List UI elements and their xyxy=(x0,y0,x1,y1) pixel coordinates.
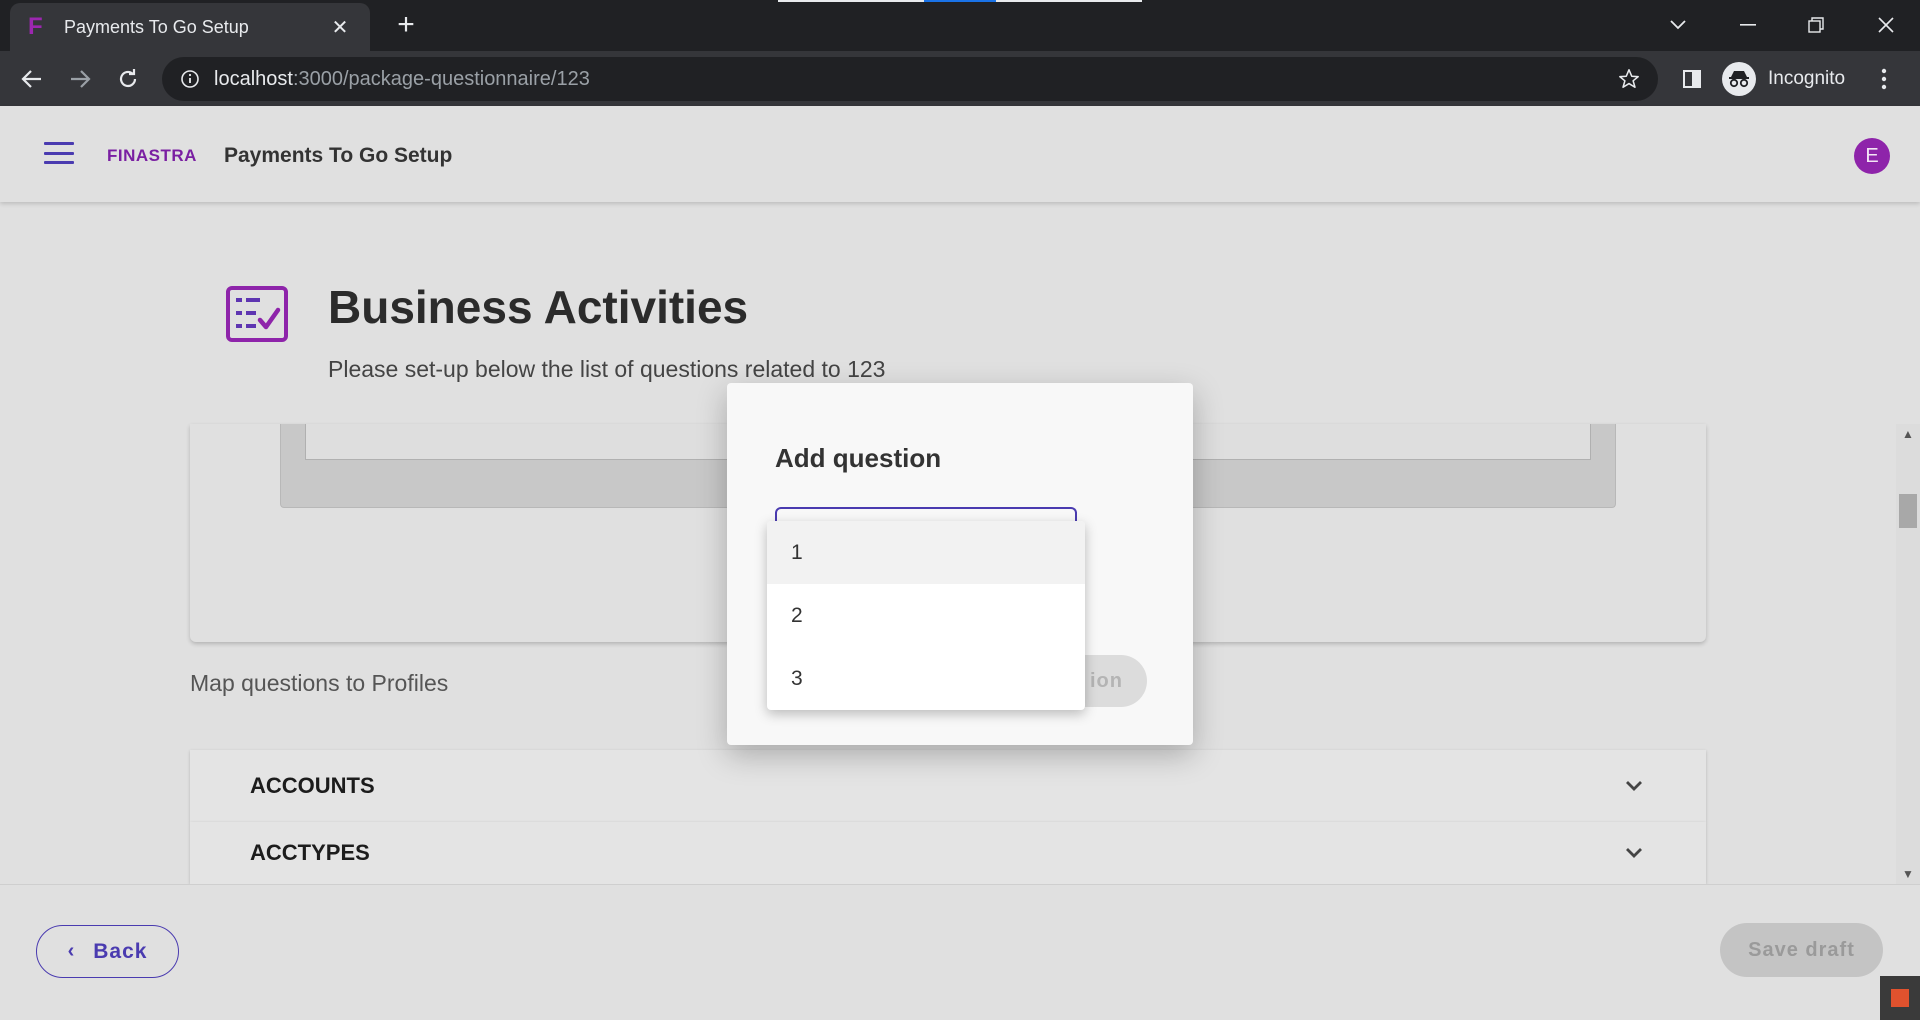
back-button[interactable]: ‹ Back xyxy=(36,925,179,978)
browser-tab[interactable]: F Payments To Go Setup ✕ xyxy=(10,3,370,51)
restore-icon[interactable] xyxy=(1796,8,1836,42)
dropdown-option[interactable]: 2 xyxy=(767,584,1085,647)
dropdown-option[interactable]: 3 xyxy=(767,647,1085,710)
map-questions-label: Map questions to Profiles xyxy=(190,670,449,696)
browser-toolbar: localhost:3000/package-questionnaire/123… xyxy=(0,51,1920,106)
bookmark-star-icon[interactable] xyxy=(1618,68,1640,90)
footer-bar: ‹ Back Save draft xyxy=(0,884,1920,1020)
app-header: FINASTRA Payments To Go Setup E xyxy=(0,106,1920,202)
extension-icon[interactable] xyxy=(1880,976,1920,1020)
chevron-down-icon[interactable] xyxy=(1622,774,1646,798)
save-draft-button[interactable]: Save draft xyxy=(1720,923,1883,977)
dialog-title: Add question xyxy=(775,443,942,473)
reload-icon[interactable] xyxy=(110,61,146,97)
page-title: Business Activities xyxy=(328,281,749,333)
forward-arrow-icon[interactable] xyxy=(62,61,98,97)
back-button-label: Back xyxy=(93,939,148,963)
load-indicator xyxy=(778,0,924,2)
url-text[interactable]: localhost:3000/package-questionnaire/123 xyxy=(214,68,1618,91)
scroll-thumb[interactable] xyxy=(1899,494,1917,528)
load-indicator-active xyxy=(924,0,996,2)
question-dropdown-menu: 1 2 3 xyxy=(767,521,1085,710)
tab-title: Payments To Go Setup xyxy=(64,16,249,37)
brand-logo[interactable]: FINASTRA xyxy=(107,146,197,166)
accordion-label: ACCTYPES xyxy=(250,840,370,865)
content-scrollbar[interactable]: ▲ ▼ xyxy=(1896,424,1920,884)
minimize-icon[interactable] xyxy=(1728,8,1768,42)
tab-search-icon[interactable] xyxy=(1658,8,1698,42)
window-close-icon[interactable] xyxy=(1866,8,1906,42)
accordion-accounts[interactable]: ACCOUNTS xyxy=(190,750,1706,822)
menu-icon[interactable] xyxy=(44,142,74,164)
site-info-icon[interactable] xyxy=(180,69,200,89)
address-bar[interactable]: localhost:3000/package-questionnaire/123 xyxy=(162,57,1658,101)
accordion-label: ACCOUNTS xyxy=(250,773,375,798)
scroll-down-icon[interactable]: ▼ xyxy=(1896,864,1920,884)
tab-close-icon[interactable]: ✕ xyxy=(328,15,352,40)
incognito-profile[interactable]: Incognito xyxy=(1722,60,1845,98)
accordion-acctypes[interactable]: ACCTYPES xyxy=(190,822,1706,884)
scroll-up-icon[interactable]: ▲ xyxy=(1896,424,1920,444)
profile-label: Incognito xyxy=(1768,68,1846,89)
chevron-left-icon: ‹ xyxy=(67,940,76,962)
user-avatar[interactable]: E xyxy=(1854,138,1890,174)
finastra-favicon-icon: F xyxy=(28,13,43,40)
dropdown-option[interactable]: 1 xyxy=(767,521,1085,584)
back-arrow-icon[interactable] xyxy=(14,61,50,97)
page-subtitle: Please set-up below the list of question… xyxy=(328,356,886,382)
browser-tabbar: F Payments To Go Setup ✕ + xyxy=(0,0,1920,51)
browser-menu-icon[interactable] xyxy=(1866,61,1902,97)
checklist-icon xyxy=(226,286,288,342)
side-panel-icon[interactable] xyxy=(1674,61,1710,97)
app-title: Payments To Go Setup xyxy=(224,144,453,167)
url-host: localhost xyxy=(214,67,293,90)
incognito-icon xyxy=(1722,62,1756,96)
chevron-down-icon[interactable] xyxy=(1622,841,1646,865)
url-path: :3000/package-questionnaire/123 xyxy=(292,67,590,90)
new-tab-icon[interactable]: + xyxy=(390,10,422,40)
load-indicator-tail xyxy=(996,0,1142,2)
